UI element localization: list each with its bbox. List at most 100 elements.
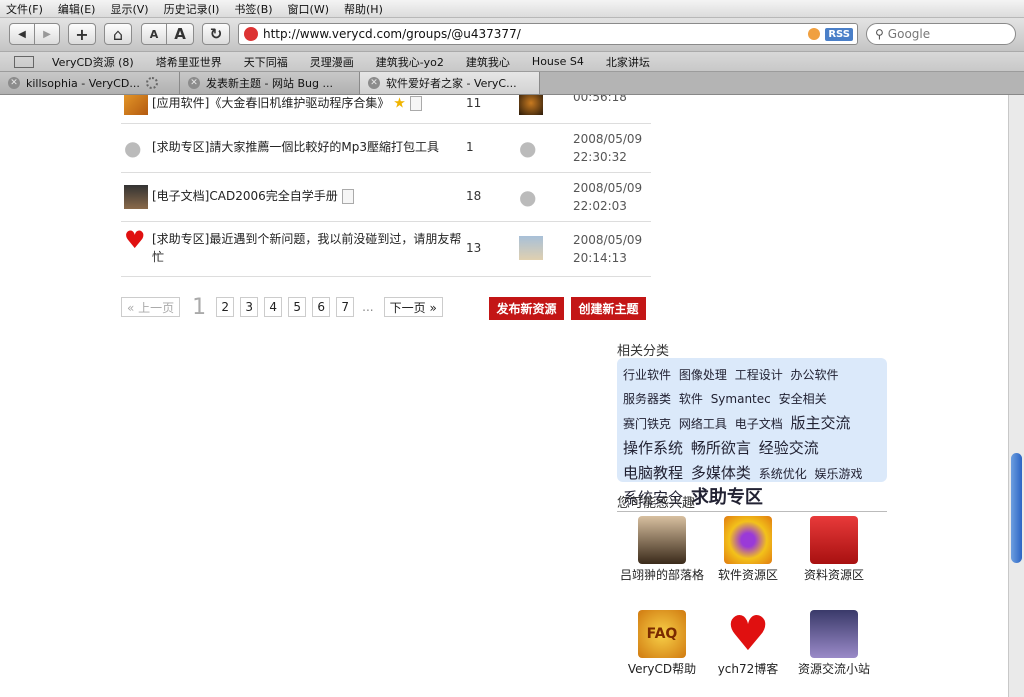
category-tag[interactable]: 操作系统 [623, 439, 683, 457]
blog-avatar[interactable] [638, 516, 686, 564]
page-link[interactable]: 6 [312, 297, 331, 317]
heart-icon[interactable]: ♥ [724, 610, 772, 658]
software-cd-icon[interactable] [724, 516, 772, 564]
menu-history[interactable]: 历史记录(I) [164, 1, 220, 17]
page-link[interactable]: 5 [288, 297, 307, 317]
category-tag[interactable]: Symantec [711, 392, 771, 406]
topic-row[interactable]: [电子文档]CAD2006完全自学手册 18 ● 2008/05/09 22:0… [121, 173, 651, 222]
topic-row[interactable]: [应用软件]《大金春旧机维护驱动程序合集》 ★ 11 00:56:18 [121, 95, 651, 124]
interest-label[interactable]: ych72博客 [703, 661, 793, 678]
category-tag[interactable]: 系统优化 [759, 467, 807, 481]
category-tag[interactable]: 图像处理 [679, 368, 727, 382]
category-tag[interactable]: 工程设计 [735, 368, 783, 382]
forward-button[interactable]: ▶ [34, 23, 60, 45]
category-tag[interactable]: 经验交流 [759, 439, 819, 457]
topic-link[interactable]: [求助专区]最近遇到个新问题，我以前没碰到过，请朋友帮忙 [152, 232, 461, 264]
menu-bookmarks[interactable]: 书签(B) [234, 1, 272, 17]
address-bar[interactable]: http://www.verycd.com/groups/@u437377/ R… [238, 23, 858, 45]
close-tab-icon[interactable]: ✕ [188, 77, 200, 89]
home-button[interactable]: ⌂ [104, 23, 132, 45]
bookmark-item[interactable]: VeryCD资源 (8) [52, 54, 134, 70]
topic-title[interactable]: [求助专区]請大家推薦一個比較好的Mp3壓縮打包工具 [152, 138, 462, 156]
default-avatar-icon[interactable]: ● [124, 136, 148, 160]
interest-label[interactable]: 软件资源区 [703, 567, 793, 584]
topic-title[interactable]: [应用软件]《大金春旧机维护驱动程序合集》 ★ [152, 95, 462, 113]
tab-new-topic[interactable]: ✕ 发表新主题 - 网站 Bug ... [180, 72, 360, 94]
topic-row[interactable]: ♥ [求助专区]最近遇到个新问题，我以前没碰到过，请朋友帮忙 13 2008/0… [121, 222, 651, 277]
page-link[interactable]: 7 [336, 297, 355, 317]
interest-item[interactable]: FAQ VeryCD帮助 [617, 610, 707, 678]
category-tag[interactable]: 办公软件 [791, 368, 839, 382]
bookmarks-book-icon[interactable] [14, 55, 34, 68]
topic-row[interactable]: ● [求助专区]請大家推薦一個比較好的Mp3壓縮打包工具 1 ● 2008/05… [121, 124, 651, 173]
vertical-scrollbar[interactable] [1008, 95, 1024, 697]
interest-item[interactable]: 资料资源区 [789, 516, 879, 584]
bookmark-item[interactable]: 灵理漫画 [310, 54, 354, 70]
text-bigger-button[interactable]: A [166, 23, 194, 45]
interest-item[interactable]: ♥ ych72博客 [703, 610, 793, 678]
last-poster-avatar[interactable] [519, 236, 543, 260]
heart-avatar-icon[interactable]: ♥ [124, 228, 148, 252]
topic-link[interactable]: [求助专区]請大家推薦一個比較好的Mp3壓縮打包工具 [152, 140, 439, 154]
text-smaller-button[interactable]: A [141, 23, 167, 45]
author-avatar[interactable] [124, 95, 148, 115]
menu-edit[interactable]: 编辑(E) [58, 1, 96, 17]
menu-file[interactable]: 文件(F) [6, 1, 43, 17]
category-tag[interactable]: 娱乐游戏 [815, 467, 863, 481]
tab-software-home[interactable]: ✕ 软件爱好者之家 - VeryC... [360, 72, 540, 94]
category-tag[interactable]: 软件 [679, 392, 703, 406]
publish-resource-button[interactable]: 发布新资源 [489, 297, 564, 320]
default-avatar-icon[interactable]: ● [519, 136, 543, 160]
category-tag[interactable]: 电脑教程 [623, 464, 683, 482]
anime-avatar[interactable] [810, 610, 858, 658]
page-link[interactable]: 3 [240, 297, 259, 317]
category-tag[interactable]: 网络工具 [679, 417, 727, 431]
folder-icon[interactable] [810, 516, 858, 564]
category-tag[interactable]: 畅所欲言 [691, 439, 751, 457]
scrollbar-thumb[interactable] [1011, 453, 1022, 563]
snapback-icon[interactable] [808, 28, 821, 40]
category-tag[interactable]: 服务器类 [623, 392, 671, 406]
reload-button[interactable]: ↻ [202, 23, 230, 45]
create-topic-button[interactable]: 创建新主题 [571, 297, 646, 320]
topic-title[interactable]: [电子文档]CAD2006完全自学手册 [152, 187, 462, 205]
category-tag[interactable]: 安全相关 [779, 392, 827, 406]
page-link[interactable]: 4 [264, 297, 283, 317]
interest-label[interactable]: 资源交流小站 [789, 661, 879, 678]
back-button[interactable]: ◀ [9, 23, 35, 45]
add-bookmark-button[interactable]: + [68, 23, 96, 45]
last-poster-avatar[interactable] [519, 95, 543, 115]
category-tag[interactable]: 赛门铁克 [623, 417, 671, 431]
page-link[interactable]: 2 [216, 297, 235, 317]
menu-window[interactable]: 窗口(W) [288, 1, 329, 17]
category-tag[interactable]: 行业软件 [623, 368, 671, 382]
close-tab-icon[interactable]: ✕ [368, 77, 380, 89]
close-tab-icon[interactable]: ✕ [8, 77, 20, 89]
interest-item[interactable]: 吕翊翀的部落格 [617, 516, 707, 584]
interest-item[interactable]: 资源交流小站 [789, 610, 879, 678]
category-tag[interactable]: 电子文档 [735, 417, 783, 431]
bookmark-item[interactable]: 建筑我心-yo2 [376, 54, 444, 70]
address-url[interactable]: http://www.verycd.com/groups/@u437377/ [263, 27, 808, 41]
faq-icon[interactable]: FAQ [638, 610, 686, 658]
next-page-button[interactable]: 下一页 » [383, 297, 443, 317]
menu-help[interactable]: 帮助(H) [344, 1, 383, 17]
rss-button[interactable]: RSS [825, 27, 853, 41]
category-tag[interactable]: 多媒体类 [691, 464, 751, 482]
interest-item[interactable]: 软件资源区 [703, 516, 793, 584]
bookmark-item[interactable]: 建筑我心 [466, 54, 510, 70]
category-tag[interactable]: 版主交流 [791, 414, 851, 432]
bookmark-item[interactable]: House S4 [532, 55, 584, 68]
search-field[interactable]: ⚲ Google [866, 23, 1016, 45]
topic-link[interactable]: [电子文档]CAD2006完全自学手册 [152, 189, 338, 203]
bookmark-item[interactable]: 北家讲坛 [606, 54, 650, 70]
default-avatar-icon[interactable]: ● [519, 185, 543, 209]
topic-title[interactable]: [求助专区]最近遇到个新问题，我以前没碰到过，请朋友帮忙 [152, 230, 462, 266]
menu-view[interactable]: 显示(V) [110, 1, 148, 17]
category-tag[interactable]: 求助专区 [691, 487, 763, 508]
interest-label[interactable]: 资料资源区 [789, 567, 879, 584]
topic-link[interactable]: [应用软件]《大金春旧机维护驱动程序合集》 [152, 96, 389, 110]
bookmark-item[interactable]: 塔希里亚世界 [156, 54, 222, 70]
interest-label[interactable]: VeryCD帮助 [617, 661, 707, 678]
bookmark-item[interactable]: 天下同福 [244, 54, 288, 70]
